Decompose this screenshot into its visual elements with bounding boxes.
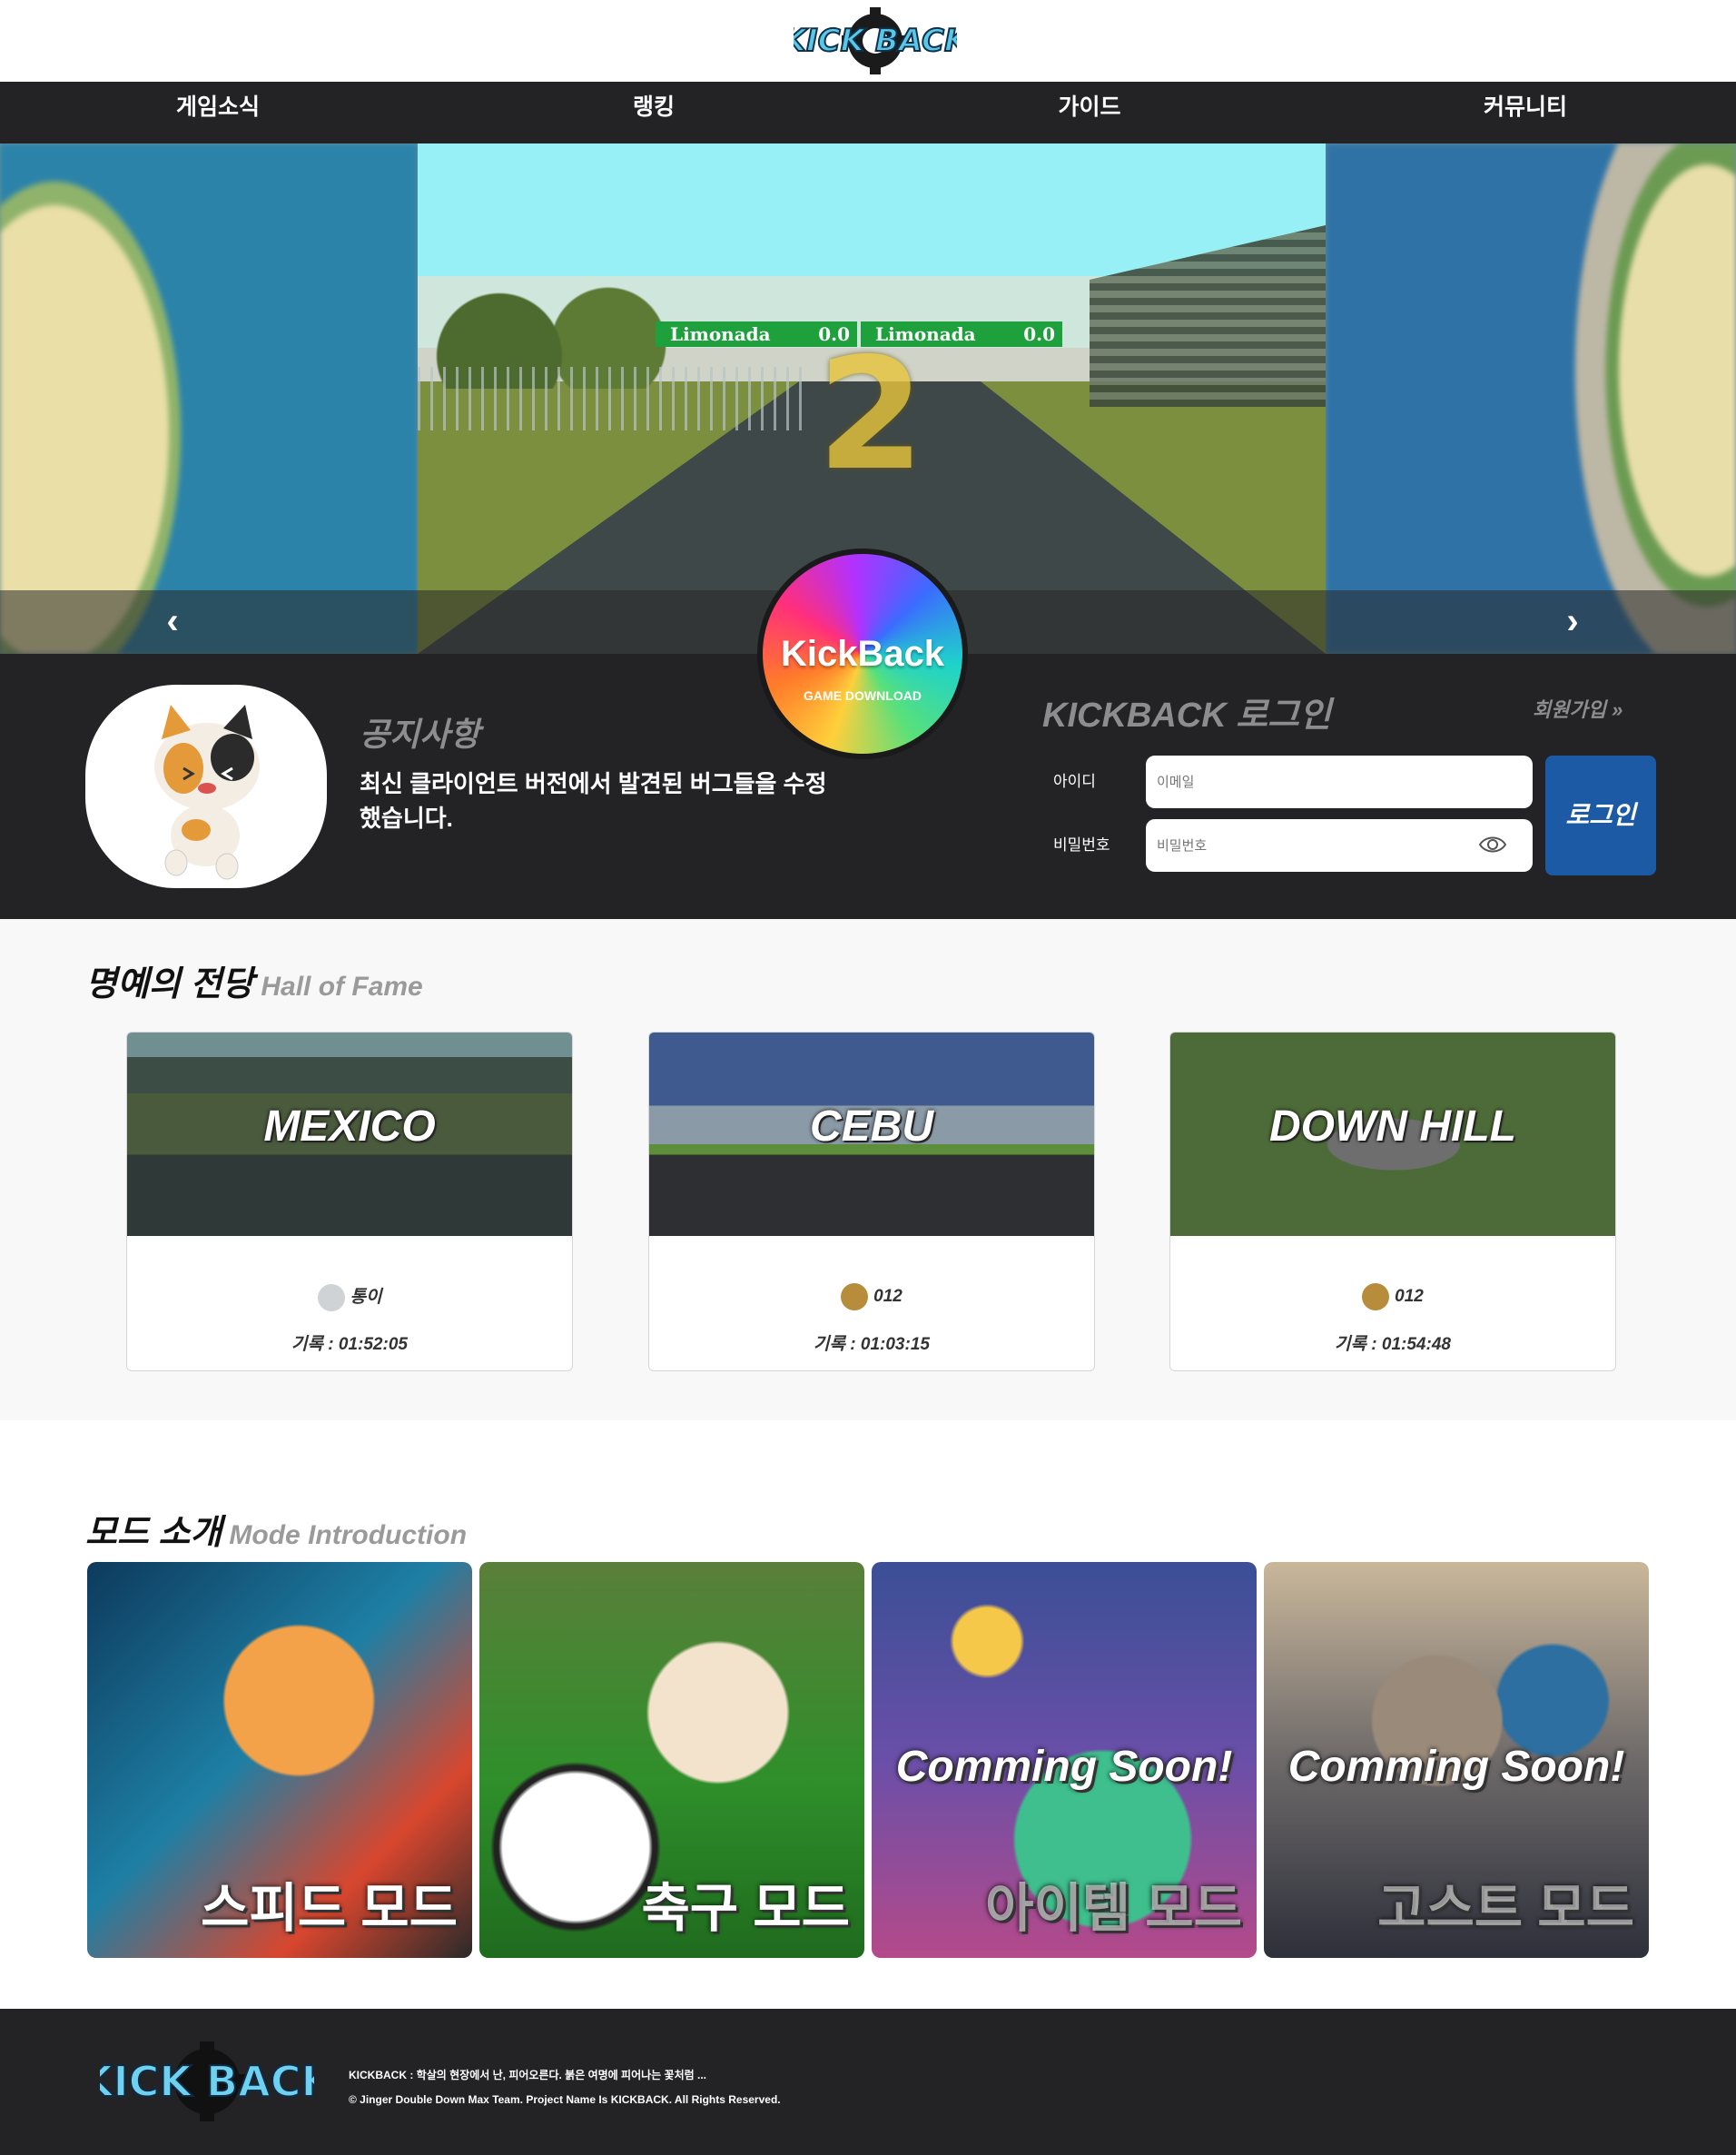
download-title: KickBack [780, 634, 945, 674]
hof-card-cebu[interactable]: CEBU 012 기록 : 01:03:15 [648, 1032, 1095, 1371]
top-bar: KICK BACK [0, 0, 1736, 82]
user-avatar-icon [841, 1283, 869, 1310]
track-name: DOWN HILL [1269, 1102, 1516, 1151]
grandstand [1090, 225, 1326, 407]
hall-of-fame-section: 명예의 전당 Hall of Fame MEXICO 통이 기록 : 01:52:… [0, 919, 1736, 1420]
notice-cat-avatar [85, 685, 327, 888]
footer-copyright: © Jinger Double Down Max Team. Project N… [349, 2093, 781, 2106]
mode-card-speed[interactable]: 스피드 모드 [87, 1562, 472, 1958]
hof-card-mexico[interactable]: MEXICO 통이 기록 : 01:52:05 [126, 1032, 573, 1371]
record-holder: 012 [649, 1283, 1094, 1310]
footer-kickback-logo[interactable]: KICK BACK [100, 2040, 314, 2123]
mode-label: 고스트 모드 [1377, 1879, 1634, 1938]
track-name: MEXICO [263, 1102, 436, 1151]
track-name: CEBU [809, 1102, 933, 1151]
record-time: 기록 : 01:52:05 [291, 1335, 408, 1354]
game-download-button[interactable]: KickBack GAME DOWNLOAD [757, 549, 968, 759]
password-field[interactable] [1146, 819, 1533, 872]
footer: KICK BACK KICKBACK : 학살의 현장에서 난, 피어오른다. … [0, 2009, 1736, 2155]
mode-card-soccer[interactable]: 축구 모드 [479, 1562, 864, 1958]
hof-card-down-hill[interactable]: DOWN HILL 012 기록 : 01:54:48 [1169, 1032, 1616, 1371]
nav-guide[interactable]: 가이드 [953, 82, 1226, 143]
record-holder: 통이 [127, 1283, 572, 1311]
record-holder: 012 [1170, 1283, 1615, 1310]
mode-label: 스피드 모드 [201, 1879, 458, 1938]
download-subtitle: GAME DOWNLOAD [804, 688, 922, 703]
hall-of-fame-heading: 명예의 전당 Hall of Fame [85, 965, 423, 1003]
cat-mascot-icon [154, 705, 260, 880]
login-title: KICKBACK 로그인 [1042, 697, 1332, 735]
signup-link[interactable]: 회원가입 » [1533, 694, 1623, 723]
nav-community[interactable]: 커뮤니티 [1389, 82, 1662, 143]
logo-text: KICK BACK [794, 23, 957, 59]
footer-logo-text: KICK BACK [100, 2057, 314, 2106]
record-time: 기록 : 01:03:15 [814, 1335, 930, 1354]
notice-title: 공지사항 [360, 716, 480, 753]
kickback-logo[interactable]: KICK BACK [794, 5, 957, 76]
footer-tagline: KICKBACK : 학살의 현장에서 난, 피어오른다. 붉은 여명에 피어나… [349, 2069, 707, 2081]
password-label: 비밀번호 [1053, 836, 1110, 854]
email-field[interactable] [1146, 756, 1533, 808]
record-time: 기록 : 01:54:48 [1335, 1335, 1451, 1354]
nav-game-news[interactable]: 게임소식 [82, 82, 354, 143]
mode-card-ghost[interactable]: Comming Soon! 고스트 모드 [1264, 1562, 1649, 1958]
coming-soon-overlay: Comming Soon! [1287, 1743, 1625, 1791]
notice-body[interactable]: 최신 클라이언트 버전에서 발견된 버그들을 수정했습니다. [360, 766, 832, 835]
main-nav: 게임소식 랭킹 가이드 커뮤니티 [0, 82, 1736, 143]
race-countdown: 2 [817, 325, 925, 505]
carousel-next-button[interactable]: › [1545, 594, 1600, 648]
carousel-prev-slide [0, 143, 418, 654]
show-password-eye-icon[interactable] [1478, 830, 1507, 859]
carousel-prev-button[interactable]: ‹ [145, 594, 200, 648]
mode-label: 축구 모드 [641, 1879, 850, 1938]
user-avatar-icon [1362, 1283, 1390, 1310]
coming-soon-overlay: Comming Soon! [895, 1743, 1233, 1791]
mode-label: 아이템 모드 [985, 1879, 1242, 1938]
user-avatar-icon [317, 1283, 345, 1311]
mode-card-item[interactable]: Comming Soon! 아이템 모드 [872, 1562, 1257, 1958]
login-button[interactable]: 로그인 [1545, 756, 1656, 875]
id-label: 아이디 [1053, 773, 1096, 790]
nav-ranking[interactable]: 랭킹 [518, 82, 790, 143]
mode-intro-heading: 모드 소개 Mode Introduction [85, 1514, 468, 1552]
carousel-next-slide [1326, 143, 1736, 654]
